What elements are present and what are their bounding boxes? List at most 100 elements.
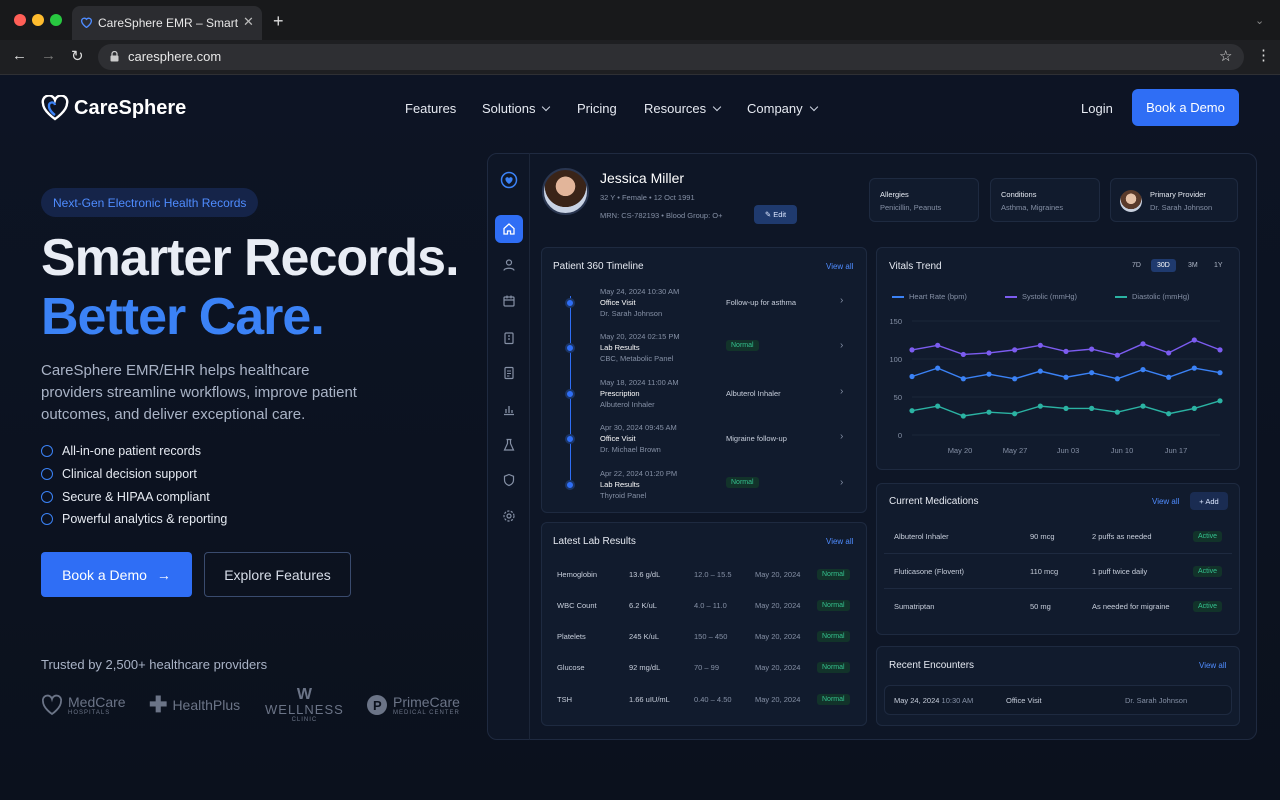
meds-view-all[interactable]: View all	[1152, 497, 1179, 506]
brand-name[interactable]: CareSphere	[74, 97, 186, 120]
data-point	[1037, 403, 1043, 409]
home-icon[interactable]	[495, 215, 523, 243]
feature-item: Powerful analytics & reporting	[41, 512, 227, 526]
encounters-view-all[interactable]: View all	[1199, 661, 1226, 670]
book-demo-button[interactable]: Book a Demo	[1132, 89, 1239, 126]
lab-test: Hemoglobin	[557, 570, 598, 579]
flask-icon[interactable]	[495, 431, 523, 459]
chevron-right-icon[interactable]: ›	[840, 386, 843, 397]
bookmark-star-icon[interactable]: ☆	[1219, 47, 1232, 65]
feature-item: Secure & HIPAA compliant	[41, 490, 210, 504]
med-name: Sumatriptan	[894, 602, 935, 611]
patient-avatar	[542, 168, 589, 215]
reload-icon[interactable]: ↻	[71, 47, 84, 65]
timeline-view-all[interactable]: View all	[826, 262, 853, 271]
med-dose: 110 mcg	[1030, 567, 1059, 576]
timeline-detail: Albuterol Inhaler	[600, 400, 655, 409]
caresphere-logo-icon[interactable]	[41, 95, 69, 121]
status-badge: Normal	[817, 631, 850, 642]
feature-label: All-in-one patient records	[62, 444, 201, 458]
chevron-right-icon[interactable]: ›	[840, 431, 843, 442]
data-point	[1114, 376, 1120, 382]
hero-headline-1: Smarter Records.	[41, 229, 460, 287]
y-tick-label: 100	[889, 355, 902, 364]
x-tick-label: May 27	[1003, 446, 1028, 455]
tab-list-icon[interactable]: ⌄	[1255, 14, 1264, 27]
explore-features-button[interactable]: Explore Features	[204, 552, 351, 597]
x-tick-label: Jun 03	[1057, 446, 1080, 455]
timeline-dot	[565, 434, 575, 444]
heart-favicon-icon	[80, 16, 93, 28]
nav-features[interactable]: Features	[405, 101, 456, 116]
chevron-down-icon	[542, 102, 551, 112]
close-window-button[interactable]	[14, 14, 26, 26]
status-badge: Normal	[817, 694, 850, 705]
med-frequency: 2 puffs as needed	[1092, 532, 1152, 541]
conditions-value: Asthma, Migraines	[1001, 203, 1064, 212]
timeline-title: Patient 360 Timeline	[553, 261, 644, 272]
building-icon[interactable]	[495, 324, 523, 352]
login-link[interactable]: Login	[1081, 101, 1113, 116]
plus-icon: ✚	[149, 692, 168, 717]
chevron-right-icon[interactable]: ›	[840, 295, 843, 306]
settings-gear-icon[interactable]	[495, 502, 523, 530]
document-icon[interactable]	[495, 359, 523, 387]
lab-value: 1.66 uIU/mL	[629, 695, 670, 704]
back-icon[interactable]: ←	[12, 47, 27, 64]
nav-company[interactable]: Company	[747, 101, 818, 116]
browser-menu-icon[interactable]: ⋮	[1256, 46, 1271, 64]
range-7d[interactable]: 7D	[1126, 259, 1147, 272]
range-30d[interactable]: 30D	[1151, 259, 1176, 272]
meds-title: Current Medications	[889, 496, 979, 507]
chevron-right-icon[interactable]: ›	[840, 477, 843, 488]
maximize-window-button[interactable]	[50, 14, 62, 26]
timeline-detail: Dr. Sarah Johnson	[600, 309, 663, 318]
bar-chart-icon[interactable]	[495, 395, 523, 423]
nav-pricing[interactable]: Pricing	[577, 101, 617, 116]
calendar-icon[interactable]	[495, 287, 523, 315]
tab-title: CareSphere EMR – Smart EHR	[98, 16, 238, 30]
chevron-right-icon[interactable]: ›	[840, 340, 843, 351]
patients-icon[interactable]	[495, 251, 523, 279]
labs-view-all[interactable]: View all	[826, 537, 853, 546]
shield-icon[interactable]	[495, 466, 523, 494]
new-tab-icon[interactable]: +	[273, 11, 284, 32]
hero-book-demo-button[interactable]: Book a Demo →	[41, 552, 192, 597]
nav-resources[interactable]: Resources	[644, 101, 722, 116]
data-point	[1140, 341, 1146, 347]
range-3m[interactable]: 3M	[1182, 259, 1204, 272]
cta-label: Book a Demo	[62, 566, 147, 583]
lab-value: 6.2 K/uL	[629, 601, 657, 610]
nav-solutions[interactable]: Solutions	[482, 101, 551, 116]
address-bar[interactable]	[98, 44, 1244, 70]
close-tab-icon[interactable]: ✕	[243, 14, 254, 30]
timeline-panel	[541, 247, 867, 513]
feature-label: Secure & HIPAA compliant	[62, 490, 210, 504]
data-point	[1217, 398, 1223, 404]
lab-date: May 20, 2024	[755, 570, 801, 579]
hero-headline-2: Better Care.	[41, 288, 325, 346]
timeline-detail: CBC, Metabolic Panel	[600, 354, 674, 363]
timeline-dot	[565, 480, 575, 490]
timeline-date: May 24, 2024 10:30 AM	[600, 287, 680, 296]
edit-patient-button[interactable]: ✎ Edit	[754, 205, 797, 224]
minimize-window-button[interactable]	[32, 14, 44, 26]
encounter-provider: Dr. Sarah Johnson	[1125, 696, 1188, 705]
data-point	[909, 408, 915, 414]
nav-company-label: Company	[747, 101, 803, 116]
add-medication-button[interactable]: + Add	[1190, 492, 1228, 510]
dashboard-logo-icon[interactable]	[495, 166, 523, 194]
logo-name: MedCare	[68, 694, 126, 710]
x-tick-label: Jun 10	[1111, 446, 1134, 455]
y-tick-label: 0	[898, 431, 902, 440]
hero-badge: Next-Gen Electronic Health Records	[41, 188, 259, 217]
y-tick-label: 150	[889, 317, 902, 326]
hero-subtitle: CareSphere EMR/EHR helps healthcare prov…	[41, 362, 357, 423]
nav-resources-label: Resources	[644, 101, 707, 116]
range-1y[interactable]: 1Y	[1208, 259, 1229, 272]
data-point	[1166, 350, 1172, 356]
encounter-time: 10:30 AM	[941, 696, 974, 705]
data-point	[909, 373, 915, 380]
forward-icon[interactable]: →	[41, 47, 56, 64]
data-point	[1037, 342, 1043, 348]
